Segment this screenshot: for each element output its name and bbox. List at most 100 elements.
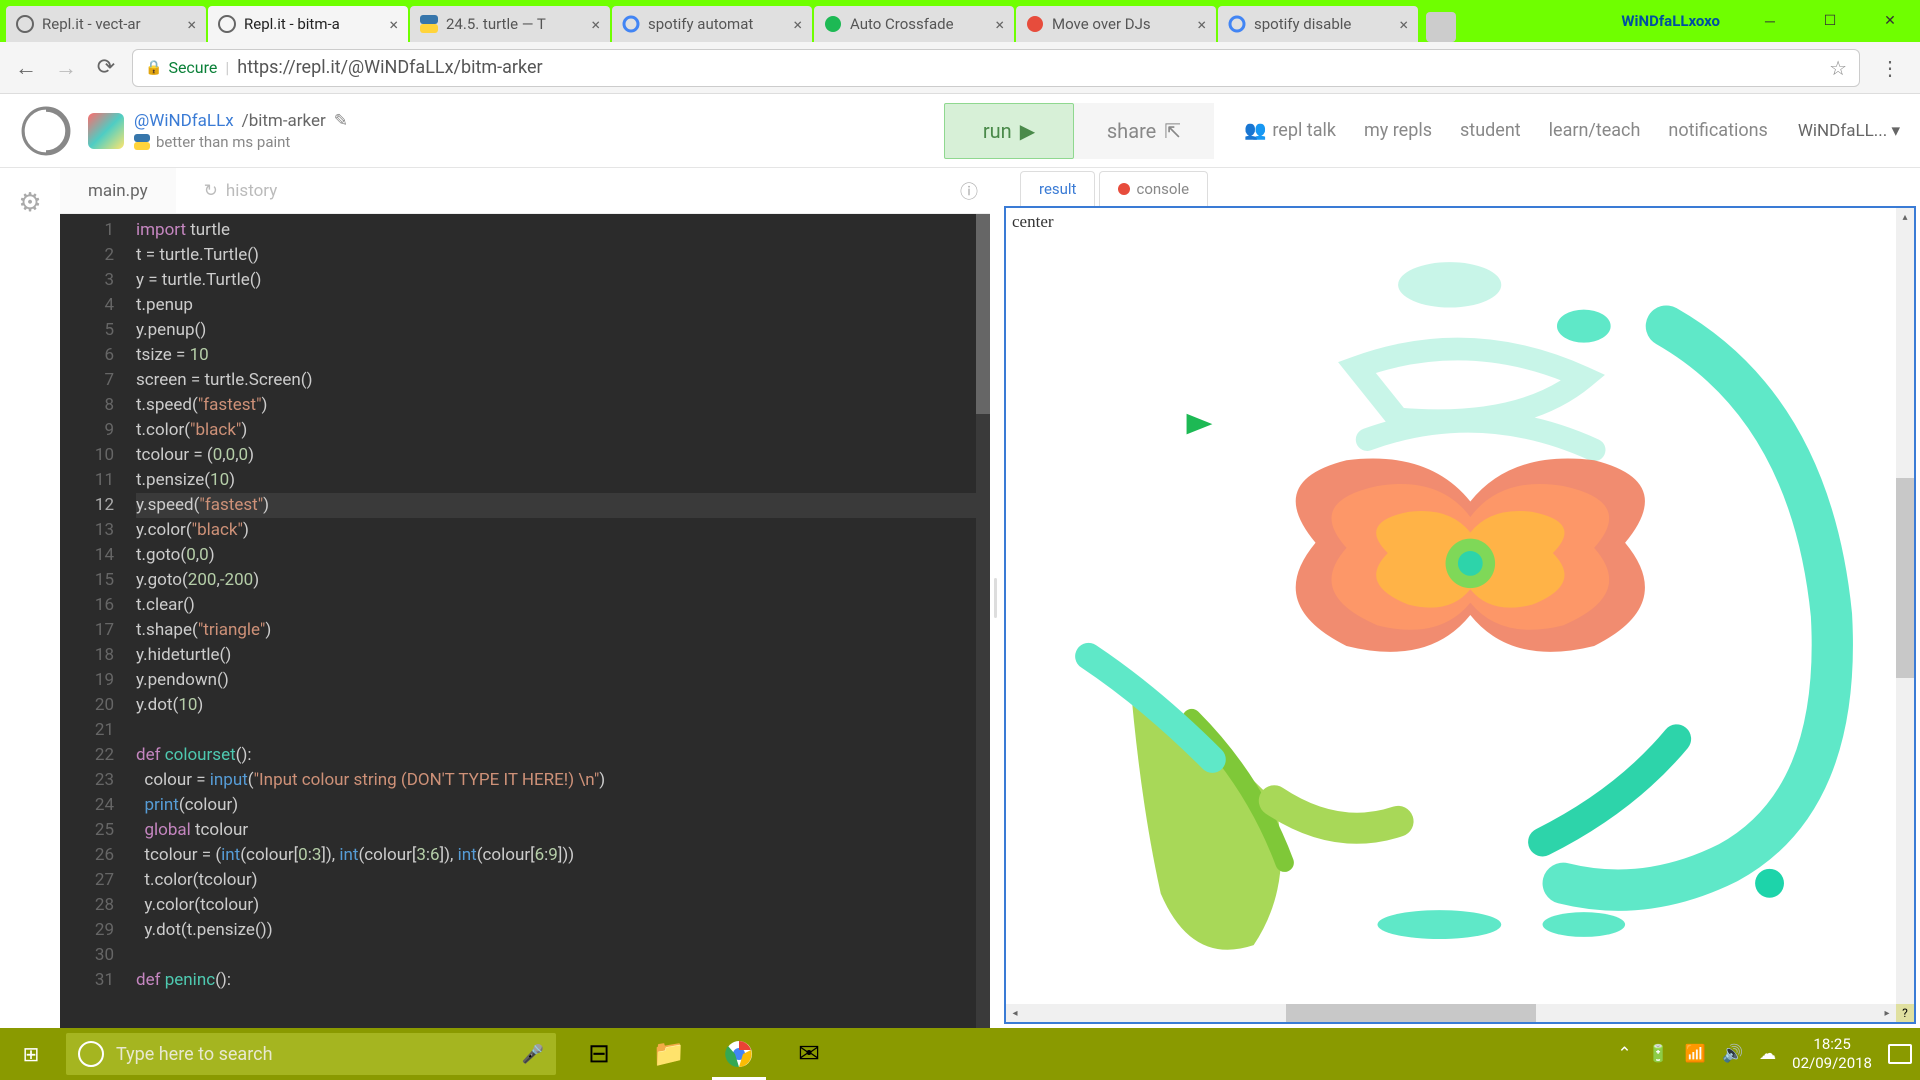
back-button[interactable]: ← bbox=[12, 54, 40, 82]
browser-tab[interactable]: spotify automat× bbox=[612, 6, 812, 42]
repl-header: @WiNDfaLLx/bitm-arker ✎ better than ms p… bbox=[0, 94, 1920, 168]
code-editor[interactable]: 1234567891011121314151617181920212223242… bbox=[60, 214, 990, 1028]
tab-close-icon[interactable]: × bbox=[1197, 15, 1206, 34]
bookmark-star-icon[interactable]: ☆ bbox=[1829, 56, 1847, 80]
browser-tab[interactable]: spotify disable × bbox=[1218, 6, 1418, 42]
new-tab-button[interactable] bbox=[1426, 12, 1456, 42]
wifi-icon[interactable]: 📶 bbox=[1685, 1044, 1706, 1064]
favicon bbox=[824, 15, 842, 33]
nav-notifications[interactable]: notifications bbox=[1668, 120, 1767, 141]
settings-column: ⚙ bbox=[0, 168, 60, 1028]
replit-logo[interactable] bbox=[20, 105, 72, 157]
taskbar-apps: ⊟ 📁 ✉ bbox=[564, 1028, 844, 1080]
canvas-vscroll-thumb[interactable] bbox=[1896, 478, 1914, 678]
settings-gear-icon[interactable]: ⚙ bbox=[18, 188, 41, 1028]
canvas-hscroll-thumb[interactable] bbox=[1286, 1004, 1536, 1022]
action-center-icon[interactable] bbox=[1888, 1044, 1912, 1064]
tab-close-icon[interactable]: × bbox=[591, 15, 600, 34]
share-icon: ⇱ bbox=[1164, 119, 1181, 143]
browser-tab[interactable]: Move over DJs × bbox=[1016, 6, 1216, 42]
user-menu-dropdown[interactable]: WiNDfaLL... ▾ bbox=[1798, 121, 1900, 141]
system-tray: ⌃ 🔋 📶 🔊 ☁ 18:25 02/09/2018 bbox=[1617, 1035, 1920, 1074]
canvas-hscrollbar[interactable]: ◂ ▸ bbox=[1006, 1004, 1896, 1022]
file-tab-main[interactable]: main.py bbox=[60, 168, 176, 213]
pane-splitter[interactable] bbox=[990, 168, 1000, 1028]
volume-icon[interactable]: 🔊 bbox=[1722, 1044, 1743, 1064]
edit-name-icon[interactable]: ✎ bbox=[334, 111, 348, 131]
nav-learn-teach[interactable]: learn/teach bbox=[1549, 120, 1641, 141]
window-controls: ─ ☐ ✕ bbox=[1740, 0, 1920, 42]
tab-close-icon[interactable]: × bbox=[187, 15, 196, 34]
nav-my-repls[interactable]: my repls bbox=[1364, 120, 1432, 141]
nav-repl-talk[interactable]: 👥repl talk bbox=[1244, 120, 1336, 141]
turtle-canvas[interactable]: center bbox=[1004, 206, 1916, 1024]
onedrive-icon[interactable]: ☁ bbox=[1759, 1044, 1776, 1064]
tab-close-icon[interactable]: × bbox=[995, 15, 1004, 34]
reload-button[interactable]: ⟳ bbox=[92, 54, 120, 82]
output-column: result console center bbox=[1000, 168, 1920, 1028]
editor-scroll-thumb[interactable] bbox=[976, 214, 990, 414]
user-avatar[interactable] bbox=[88, 113, 124, 149]
file-tab-bar: main.py ↻history ⓘ bbox=[60, 168, 990, 214]
history-icon: ↻ bbox=[204, 181, 218, 201]
url-text: https://repl.it/@WiNDfaLLx/bitm-arker bbox=[237, 57, 542, 78]
run-button[interactable]: run▶ bbox=[944, 103, 1074, 159]
browser-toolbar: ← → ⟳ Secure | https://repl.it/@WiNDfaLL… bbox=[0, 42, 1920, 94]
tab-title: Move over DJs bbox=[1052, 15, 1191, 33]
hscroll-right-arrow[interactable]: ▸ bbox=[1878, 1004, 1896, 1022]
windows-username: WiNDfaLLxoxo bbox=[1601, 12, 1740, 30]
tab-title: Auto Crossfade bbox=[850, 15, 989, 33]
mail-icon[interactable]: ✉ bbox=[774, 1028, 844, 1080]
address-bar[interactable]: Secure | https://repl.it/@WiNDfaLLx/bitm… bbox=[132, 49, 1860, 87]
tab-title: spotify disable bbox=[1254, 15, 1393, 33]
browser-menu-button[interactable]: ⋮ bbox=[1872, 56, 1908, 80]
info-icon[interactable]: ⓘ bbox=[960, 178, 978, 204]
console-tab[interactable]: console bbox=[1099, 171, 1208, 206]
forward-button[interactable]: → bbox=[52, 54, 80, 82]
favicon bbox=[420, 15, 438, 33]
browser-tab[interactable]: Auto Crossfade × bbox=[814, 6, 1014, 42]
tray-expand-icon[interactable]: ⌃ bbox=[1617, 1044, 1631, 1064]
file-explorer-icon[interactable]: 📁 bbox=[634, 1028, 704, 1080]
tab-title: Repl.it - bitm-a bbox=[244, 15, 383, 33]
people-icon: 👥 bbox=[1244, 120, 1266, 141]
search-placeholder: Type here to search bbox=[116, 1044, 510, 1065]
editor-column: main.py ↻history ⓘ 123456789101112131415… bbox=[60, 168, 990, 1028]
editor-scrollbar[interactable] bbox=[976, 214, 990, 1028]
close-window-button[interactable]: ✕ bbox=[1860, 0, 1920, 42]
repl-name: bitm-arker bbox=[249, 111, 326, 131]
hscroll-left-arrow[interactable]: ◂ bbox=[1006, 1004, 1024, 1022]
history-tab[interactable]: ↻history bbox=[176, 168, 306, 213]
tab-close-icon[interactable]: × bbox=[389, 15, 398, 34]
task-view-button[interactable]: ⊟ bbox=[564, 1028, 634, 1080]
browser-tab[interactable]: 24.5. turtle — T× bbox=[410, 6, 610, 42]
favicon bbox=[16, 15, 34, 33]
chrome-icon[interactable] bbox=[704, 1028, 774, 1080]
tab-close-icon[interactable]: × bbox=[1399, 15, 1408, 34]
tab-title: Repl.it - vect-ar bbox=[42, 15, 181, 33]
favicon bbox=[1228, 15, 1246, 33]
code-content[interactable]: import turtlet = turtle.Turtle()y = turt… bbox=[128, 214, 990, 1028]
canvas-help-corner[interactable]: ? bbox=[1896, 1004, 1914, 1022]
favicon bbox=[622, 15, 640, 33]
result-tab[interactable]: result bbox=[1020, 171, 1095, 206]
browser-tab[interactable]: Repl.it - bitm-a × bbox=[208, 6, 408, 42]
browser-tab[interactable]: Repl.it - vect-ar × bbox=[6, 6, 206, 42]
canvas-vscrollbar[interactable]: ▴ bbox=[1896, 208, 1914, 1004]
share-button[interactable]: share⇱ bbox=[1074, 103, 1214, 159]
minimize-button[interactable]: ─ bbox=[1740, 0, 1800, 42]
favicon bbox=[218, 15, 236, 33]
battery-icon[interactable]: 🔋 bbox=[1648, 1044, 1669, 1064]
nav-student[interactable]: student bbox=[1460, 120, 1521, 141]
play-icon: ▶ bbox=[1020, 119, 1035, 143]
mic-icon[interactable]: 🎤 bbox=[522, 1044, 544, 1065]
vscroll-up-arrow[interactable]: ▴ bbox=[1896, 208, 1914, 226]
maximize-button[interactable]: ☐ bbox=[1800, 0, 1860, 42]
tab-close-icon[interactable]: × bbox=[793, 15, 802, 34]
canvas-center-label: center bbox=[1012, 212, 1054, 232]
start-button[interactable]: ⊞ bbox=[0, 1028, 62, 1080]
repl-owner-link[interactable]: @WiNDfaLLx bbox=[134, 111, 234, 131]
taskbar-clock[interactable]: 18:25 02/09/2018 bbox=[1792, 1035, 1872, 1074]
secure-indicator: Secure bbox=[145, 58, 217, 77]
cortana-search[interactable]: Type here to search 🎤 bbox=[66, 1033, 556, 1075]
